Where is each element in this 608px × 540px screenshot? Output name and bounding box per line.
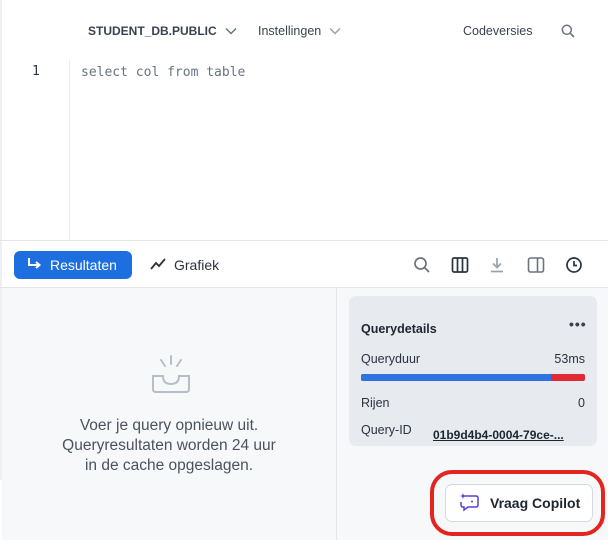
copilot-sparkle-icon: [458, 492, 480, 515]
duration-bar-fill: [361, 374, 552, 381]
code-line[interactable]: select col from table: [81, 65, 245, 80]
query-id-label: Query-ID: [361, 423, 412, 437]
tab-chart[interactable]: Grafiek: [150, 251, 219, 279]
settings-dropdown[interactable]: Instellingen: [258, 22, 341, 40]
tab-results-label: Resultaten: [50, 257, 117, 273]
database-label: STUDENT_DB.PUBLIC: [88, 24, 217, 38]
more-options-icon[interactable]: •••: [569, 316, 587, 332]
code-versions-button[interactable]: Codeversies: [463, 22, 532, 40]
ask-copilot-label: Vraag Copilot: [490, 495, 581, 511]
details-panel: Querydetails ••• Queryduur 53ms Rijen 0 …: [337, 288, 608, 540]
empty-state-line-3: in de cache opgeslagen.: [84, 457, 254, 474]
query-details-title: Querydetails: [361, 322, 437, 336]
download-icon[interactable]: [487, 255, 507, 275]
duration-value: 53ms: [554, 352, 585, 366]
settings-label: Instellingen: [258, 24, 322, 38]
chart-line-icon: [150, 257, 166, 274]
history-clock-icon[interactable]: [564, 255, 584, 275]
empty-state-message: Voer je query opnieuw uit. Queryresultat…: [2, 416, 336, 476]
empty-inbox-icon: [150, 354, 192, 401]
results-area: Voer je query opnieuw uit. Queryresultat…: [0, 288, 608, 540]
chevron-down-icon: [225, 27, 237, 35]
duration-bar: [361, 374, 585, 381]
return-arrow-icon: [26, 257, 42, 274]
ask-copilot-button[interactable]: Vraag Copilot: [445, 484, 593, 522]
gutter-divider: [69, 60, 70, 240]
sql-editor[interactable]: 1 select col from table: [0, 60, 608, 240]
duration-label: Queryduur: [361, 352, 421, 366]
search-icon[interactable]: [561, 22, 575, 40]
rows-value: 0: [578, 396, 585, 410]
results-toolbar: Resultaten Grafiek: [0, 240, 608, 288]
tab-results[interactable]: Resultaten: [14, 251, 132, 279]
empty-state-line-2: Queryresultaten worden 24 uur: [62, 437, 276, 454]
top-toolbar: STUDENT_DB.PUBLIC Instellingen Codeversi…: [0, 0, 608, 60]
empty-state-line-1: Voer je query opnieuw uit.: [79, 417, 259, 434]
chevron-down-icon: [329, 27, 341, 35]
line-number: 1: [32, 64, 40, 79]
tab-chart-label: Grafiek: [174, 257, 220, 273]
search-icon[interactable]: [412, 255, 432, 275]
side-panel-icon[interactable]: [526, 255, 546, 275]
query-id-link[interactable]: 01b9d4b4-0004-79ce-...: [433, 428, 585, 442]
rows-label: Rijen: [361, 396, 390, 410]
results-empty-panel: Voer je query opnieuw uit. Queryresultat…: [2, 288, 336, 540]
query-details-card: Querydetails ••• Queryduur 53ms Rijen 0 …: [349, 296, 597, 446]
database-selector[interactable]: STUDENT_DB.PUBLIC: [88, 22, 237, 40]
columns-icon[interactable]: [450, 255, 470, 275]
code-versions-label: Codeversies: [463, 24, 533, 38]
